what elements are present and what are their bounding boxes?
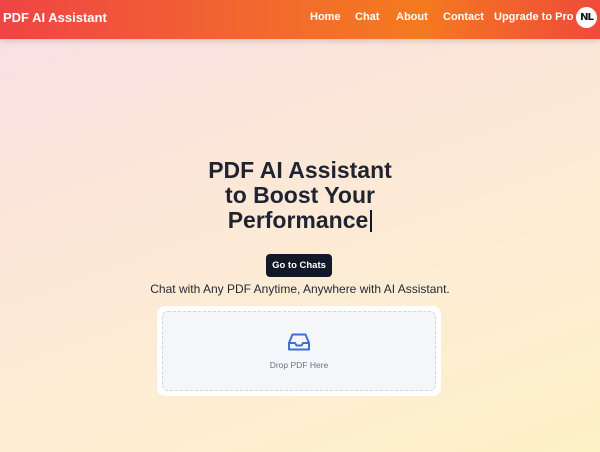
hero-title-line-1: PDF AI Assistant — [208, 157, 392, 183]
hero-title-line-2: to Boost Your — [225, 182, 375, 208]
top-navbar: PDF AI Assistant Home Chat About Contact… — [0, 0, 600, 39]
hero-subtitle: Chat with Any PDF Anytime, Anywhere with… — [150, 282, 450, 296]
pdf-dropzone[interactable]: Drop PDF Here — [162, 311, 436, 391]
nav-link-about[interactable]: About — [396, 11, 428, 23]
nav-link-contact[interactable]: Contact — [443, 11, 484, 23]
inbox-tray-icon — [288, 333, 310, 351]
typing-cursor — [370, 210, 373, 232]
hero-title-line-3: Performance — [227, 207, 369, 233]
brand-title[interactable]: PDF AI Assistant — [3, 10, 107, 25]
upload-card: Drop PDF Here — [157, 306, 441, 396]
dropzone-label: Drop PDF Here — [269, 360, 329, 370]
nav-link-chat[interactable]: Chat — [355, 11, 379, 23]
user-avatar[interactable]: NL — [576, 7, 597, 28]
go-to-chats-button[interactable]: Go to Chats — [266, 254, 332, 277]
nav-link-home[interactable]: Home — [310, 11, 341, 23]
nav-link-upgrade-to-pro[interactable]: Upgrade to Pro — [494, 11, 573, 23]
hero-title: PDF AI Assistant to Boost Your Performan… — [150, 158, 450, 233]
